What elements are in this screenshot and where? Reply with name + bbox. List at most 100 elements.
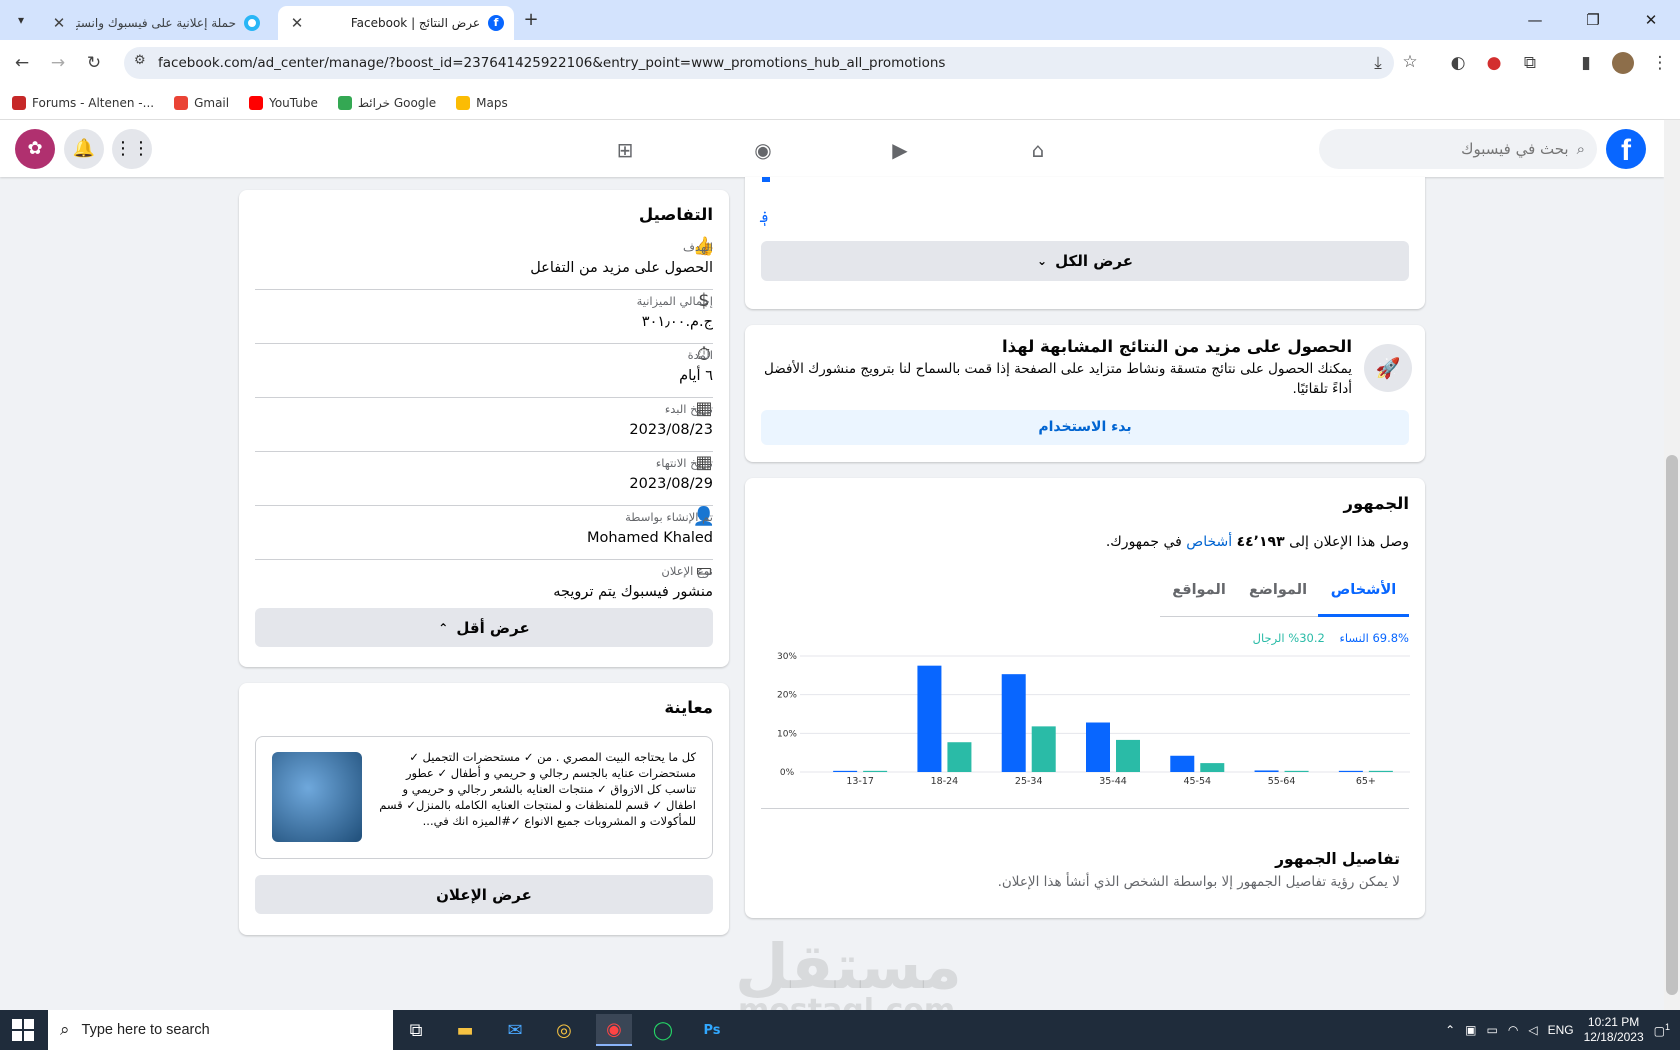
language-indicator[interactable]: ENG — [1548, 1023, 1574, 1037]
detail-created-by: تم الإنشاء بواسطة Mohamed Khaled — [255, 506, 713, 560]
bar-men-25-34[interactable] — [1031, 726, 1056, 772]
tab-facebook-results[interactable]: f عرض النتائج | Facebook ✕ — [278, 6, 514, 40]
bookmark-maps[interactable]: Maps — [456, 95, 508, 110]
menu-kebab-icon[interactable]: ⋮ — [1648, 51, 1672, 75]
bar-men-45-54[interactable] — [1200, 763, 1225, 772]
extension-icon[interactable]: ◐ — [1446, 51, 1470, 75]
rocket-icon: 🚀 — [1364, 344, 1412, 392]
bar-women-35-44[interactable] — [1086, 722, 1110, 772]
bookmark-forums[interactable]: Forums - Altenen -... — [12, 95, 154, 110]
bar-women-45-54[interactable] — [1170, 755, 1195, 772]
install-icon[interactable]: ⤓ — [1366, 51, 1390, 75]
audience-title: الجمهور — [1343, 494, 1409, 513]
site-info-icon[interactable]: ⚙ — [134, 53, 146, 68]
url-text: facebook.com/ad_center/manage/?boost_id=… — [158, 55, 946, 71]
show-less-button[interactable]: عرض أقل ⌃ — [255, 608, 713, 647]
window-controls: — ❐ ✕ — [1506, 0, 1680, 40]
detail-start-date: تاريخ البدء 2023/08/23 — [255, 398, 713, 452]
close-icon[interactable]: ✕ — [288, 14, 306, 32]
clock[interactable]: 10:21 PM 12/18/2023 — [1584, 1015, 1644, 1045]
bar-men-35-44[interactable] — [1116, 739, 1140, 772]
legend-women: 69.8% النساء — [1339, 631, 1409, 645]
app-icon[interactable]: ◎ — [546, 1014, 582, 1046]
menu-grid-icon[interactable]: ⋮⋮ — [112, 129, 152, 169]
bookmark-google-maps-ar[interactable]: خرائط Google — [337, 95, 436, 110]
tab-locations[interactable]: المواقع — [1160, 568, 1238, 614]
maximize-icon[interactable]: ❐ — [1564, 0, 1622, 40]
scrollbar-thumb[interactable] — [1666, 455, 1678, 995]
chevron-up-icon[interactable]: ⌃ — [1445, 1023, 1455, 1037]
chrome-icon[interactable]: ◉ — [596, 1014, 632, 1046]
tab-placements[interactable]: المواضع — [1238, 568, 1318, 614]
address-bar[interactable]: ⚙ facebook.com/ad_center/manage/?boost_i… — [124, 47, 1394, 79]
chevron-up-icon: ⌃ — [438, 620, 449, 635]
similar-description: يمكنك الحصول على نتائج متسقة ونشاط متزاي… — [764, 361, 1352, 397]
bar-men-55-64[interactable] — [1284, 770, 1309, 772]
bookmark-star-icon[interactable]: ☆ — [1398, 50, 1422, 74]
back-icon[interactable]: ← — [10, 51, 34, 75]
audience-reach: وصل هذا الإعلان إلى ٤٤٬١٩٣ أشخاص في جمهو… — [1105, 534, 1409, 550]
meet-icon[interactable]: ▣ — [1465, 1023, 1476, 1037]
bookmark-gmail[interactable]: Gmail — [174, 95, 229, 110]
show-all-button[interactable]: عرض الكل ⌄ — [761, 241, 1409, 281]
close-icon[interactable]: ✕ — [50, 14, 68, 32]
battery-icon[interactable]: ▭ — [1487, 1023, 1498, 1037]
bar-women-55-64[interactable] — [1254, 770, 1279, 772]
x-tick-label: 65+ — [1356, 776, 1376, 787]
wifi-icon[interactable]: ◠ — [1508, 1023, 1518, 1037]
taskbar-search[interactable]: ⌕ Type here to search — [48, 1010, 393, 1050]
people-link[interactable]: أشخاص — [1186, 534, 1232, 550]
minimize-icon[interactable]: — — [1506, 0, 1564, 40]
get-started-button[interactable]: بدء الاستخدام — [761, 410, 1409, 445]
bar-men-65+[interactable] — [1368, 770, 1393, 772]
forward-icon[interactable]: → — [46, 51, 70, 75]
facebook-favicon-icon: f — [488, 15, 504, 31]
photoshop-icon[interactable]: Ps — [694, 1014, 730, 1046]
close-window-icon[interactable]: ✕ — [1622, 0, 1680, 40]
bar-women-65+[interactable] — [1338, 770, 1363, 772]
view-ad-button[interactable]: عرض الإعلان — [255, 875, 713, 914]
profile-avatar[interactable] — [1612, 52, 1634, 74]
mail-icon[interactable]: ✉ — [497, 1014, 533, 1046]
page-avatar[interactable]: ✿ — [15, 129, 55, 169]
bar-women-25-34[interactable] — [1001, 674, 1026, 772]
progress-indicator — [762, 177, 770, 182]
tab-people[interactable]: الأشخاص — [1318, 568, 1409, 617]
tab-campaign[interactable]: حملة إعلانية على فيسبوك وانستغ... ✕ — [40, 6, 270, 40]
volume-icon[interactable]: ◁ — [1528, 1023, 1537, 1037]
x-tick-label: 55-64 — [1268, 776, 1296, 787]
extensions-puzzle-icon[interactable]: ⧉ — [1518, 51, 1542, 75]
side-panel-icon[interactable]: ▮ — [1574, 51, 1598, 75]
tab-search-button[interactable]: ▾ — [10, 9, 32, 31]
bookmark-youtube[interactable]: YouTube — [249, 95, 318, 110]
detail-objective: الهدف الحصول على مزيد من التفاعل — [255, 236, 713, 290]
search-input[interactable] — [1348, 140, 1569, 158]
bar-women-13-17[interactable] — [833, 770, 858, 772]
bar-women-18-24[interactable] — [917, 665, 942, 772]
tab-title: حملة إعلانية على فيسبوك وانستغ... — [76, 16, 236, 30]
windows-start-icon[interactable] — [12, 1019, 34, 1041]
facebook-search[interactable]: ⌕ — [1319, 129, 1597, 169]
bar-men-13-17[interactable] — [863, 770, 888, 772]
gaming-icon[interactable]: ⊞ — [611, 136, 639, 164]
x-tick-label: 45-54 — [1183, 776, 1211, 787]
whatsapp-icon[interactable]: ◯ — [645, 1014, 681, 1046]
notifications-icon[interactable]: ▢1 — [1654, 1022, 1670, 1038]
file-explorer-icon[interactable]: ▬ — [447, 1014, 483, 1046]
notifications-bell-icon[interactable]: 🔔 — [64, 129, 104, 169]
home-icon[interactable]: ⌂ — [1024, 136, 1052, 164]
maps-icon — [456, 95, 471, 110]
groups-icon[interactable]: ◉ — [749, 136, 777, 164]
opera-extension-icon[interactable]: ● — [1482, 51, 1506, 75]
reload-icon[interactable]: ↻ — [82, 51, 106, 75]
video-icon[interactable]: ▶ — [886, 136, 914, 164]
new-tab-button[interactable]: + — [520, 9, 542, 31]
ad-preview-text: كل ما يحتاجه البيت المصري . من ✓ مستحضرا… — [379, 750, 696, 828]
preview-title: معاينة — [664, 698, 713, 717]
bar-men-18-24[interactable] — [947, 742, 972, 772]
facebook-logo[interactable]: f — [1606, 129, 1646, 169]
task-view-icon[interactable]: ⧉ — [398, 1014, 434, 1046]
maps-icon — [337, 95, 352, 110]
x-tick-label: 35-44 — [1099, 776, 1127, 787]
legend-men: 30.2% الرجال — [1252, 631, 1325, 645]
